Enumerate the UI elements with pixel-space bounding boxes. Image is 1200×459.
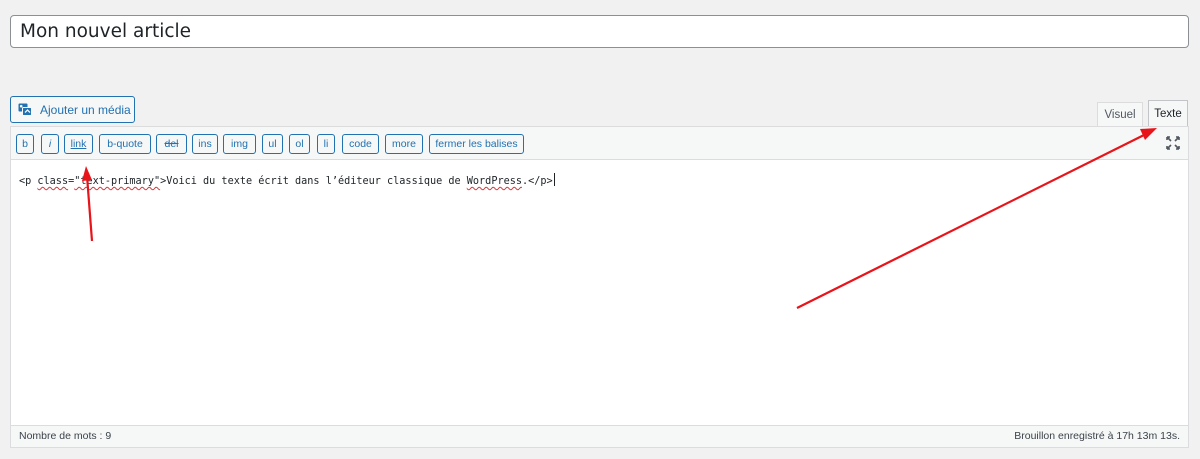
media-icon — [18, 103, 33, 117]
qt-blockquote-button[interactable]: b-quote — [99, 134, 151, 154]
add-media-label: Ajouter un média — [40, 102, 131, 117]
editor-container: b i link b-quote del ins img ul ol li co… — [10, 126, 1189, 448]
qt-close-tags-button[interactable]: fermer les balises — [429, 134, 524, 154]
editor-textarea[interactable]: <p class="text-primary">Voici du texte é… — [11, 161, 1188, 426]
draft-saved-status: Brouillon enregistré à 17h 13m 13s. — [1014, 430, 1180, 442]
post-title-input[interactable]: Mon nouvel article — [10, 15, 1189, 48]
attr-value: "text-primary" — [74, 176, 161, 187]
body-word: WordPress — [466, 176, 522, 187]
tab-text[interactable]: Texte — [1148, 100, 1188, 127]
qt-img-button[interactable]: img — [223, 134, 256, 154]
qt-italic-button[interactable]: i — [41, 134, 59, 154]
close-tag: </p> — [528, 176, 553, 187]
body-text: Voici du texte écrit dans l’éditeur clas… — [166, 176, 467, 187]
add-media-button[interactable]: Ajouter un média — [10, 96, 135, 123]
quicktags-toolbar: b i link b-quote del ins img ul ol li co… — [11, 127, 1188, 160]
attr-name: class — [37, 176, 69, 187]
open-tag-start: <p — [19, 176, 38, 187]
editor-status-bar: Nombre de mots : 9 Brouillon enregistré … — [11, 425, 1188, 447]
qt-li-button[interactable]: li — [317, 134, 335, 154]
fullscreen-icon[interactable] — [1166, 136, 1180, 150]
qt-more-button[interactable]: more — [385, 134, 423, 154]
qt-ul-button[interactable]: ul — [262, 134, 283, 154]
tab-visual[interactable]: Visuel — [1097, 102, 1143, 127]
word-count: Nombre de mots : 9 — [19, 430, 112, 442]
qt-del-button[interactable]: del — [156, 134, 187, 154]
qt-code-button[interactable]: code — [342, 134, 379, 154]
text-caret — [553, 173, 555, 186]
qt-ins-button[interactable]: ins — [192, 134, 218, 154]
qt-ol-button[interactable]: ol — [289, 134, 310, 154]
qt-bold-button[interactable]: b — [16, 134, 34, 154]
qt-link-button[interactable]: link — [64, 134, 93, 154]
